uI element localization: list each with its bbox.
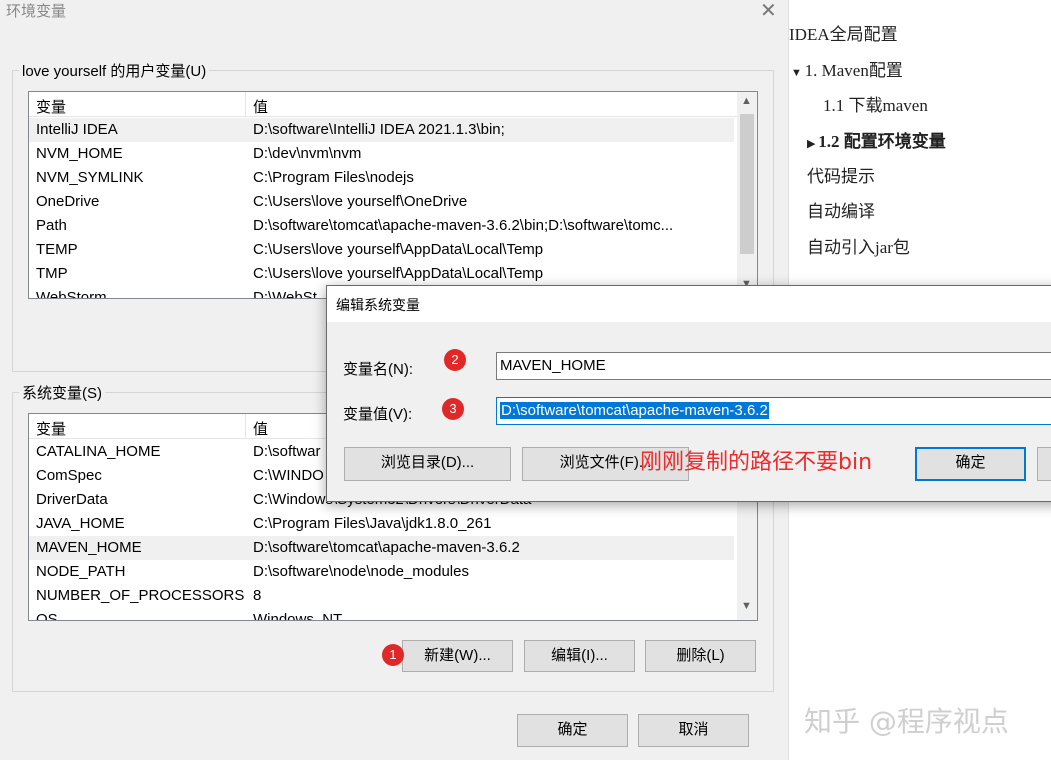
var-name: MAVEN_HOME [36, 539, 142, 556]
var-value: D:\software\tomcat\apache-maven-3.6.2\bi… [253, 217, 674, 234]
var-value: C:\Program Files\nodejs [253, 169, 414, 186]
table-row[interactable]: JAVA_HOME C:\Program Files\Java\jdk1.8.0_… [29, 512, 734, 536]
var-value: D:\software\tomcat\apache-maven-3.6.2 [253, 539, 520, 556]
table-row[interactable]: Path D:\software\tomcat\apache-maven-3.6.… [29, 214, 734, 238]
toc-item-active[interactable]: ▶ 1.2 配置环境变量 [807, 127, 946, 152]
var-name: JAVA_HOME [36, 515, 125, 532]
var-value: 8 [253, 587, 262, 604]
step-badge-2: 2 [444, 349, 466, 371]
table-row[interactable]: NODE_PATH D:\software\node\node_modules [29, 560, 734, 584]
scroll-down-icon[interactable]: ▼ [741, 600, 752, 612]
step-badge-1: 1 [382, 644, 404, 666]
var-name: TEMP [36, 241, 78, 258]
browse-dir-button[interactable]: 浏览目录(D)... [344, 447, 511, 481]
edit-button[interactable]: 编辑(I)... [524, 640, 635, 672]
table-row[interactable]: MAVEN_HOME D:\software\tomcat\apache-mave… [29, 536, 734, 560]
var-value: C:\Users\love yourself\AppData\Local\Tem… [253, 241, 544, 258]
var-name: TMP [36, 265, 68, 282]
var-value: D:\software\IntelliJ IDEA 2021.1.3\bin; [253, 121, 505, 138]
toc-item[interactable]: 自动编译 [807, 197, 875, 222]
dialog-titlebar[interactable]: 编辑系统变量 [327, 286, 1051, 322]
scroll-thumb[interactable] [740, 114, 754, 254]
var-value: C:\Users\love yourself\AppData\Local\Tem… [253, 265, 544, 282]
table-row[interactable]: IntelliJ IDEA D:\software\IntelliJ IDEA 2… [29, 118, 734, 142]
watermark: 知乎 @程序视点 [804, 705, 1009, 738]
triangle-right-icon: ▶ [807, 138, 819, 150]
toc-item-expander[interactable]: ▼ 1. Maven配置 [791, 56, 903, 81]
var-name: Path [36, 217, 67, 234]
table-row[interactable]: NVM_SYMLINK C:\Program Files\nodejs [29, 166, 734, 190]
annotation-text: 刚刚复制的路径不要bin [640, 450, 873, 475]
col-val-header[interactable]: 值 [253, 418, 268, 439]
dialog-cancel-button[interactable] [1037, 447, 1051, 481]
var-name: OS [36, 611, 58, 621]
var-name: DriverData [36, 491, 108, 508]
dialog-ok-button[interactable]: 确定 [915, 447, 1026, 481]
var-name: NVM_HOME [36, 145, 123, 162]
sys-vars-legend: 系统变量(S) [22, 385, 102, 402]
table-row[interactable]: OneDrive C:\Users\love yourself\OneDrive [29, 190, 734, 214]
scroll-up-icon[interactable]: ▲ [741, 95, 752, 107]
var-value: D:\dev\nvm\nvm [253, 145, 362, 162]
var-value-label: 变量值(V): [343, 406, 413, 423]
var-value-value: D:\software\tomcat\apache-maven-3.6.2 [500, 402, 769, 419]
user-vars-scrollbar[interactable]: ▲ ▼ [737, 92, 757, 298]
var-name: NVM_SYMLINK [36, 169, 144, 186]
toc-item-label: 1. Maven配置 [804, 61, 903, 80]
var-value-input[interactable]: D:\software\tomcat\apache-maven-3.6.2 [496, 397, 1051, 425]
toc-item[interactable]: 代码提示 [807, 162, 875, 187]
ok-button[interactable]: 确定 [517, 714, 628, 747]
var-name: ComSpec [36, 467, 102, 484]
cancel-button[interactable]: 取消 [638, 714, 749, 747]
table-row[interactable]: TEMP C:\Users\love yourself\AppData\Local… [29, 238, 734, 262]
toc-item[interactable]: 1.1 下载maven [823, 91, 928, 116]
var-name-label: 变量名(N): [343, 361, 413, 378]
user-vars-legend: love yourself 的用户变量(U) [22, 63, 207, 80]
var-name: OneDrive [36, 193, 100, 210]
var-name-input[interactable]: MAVEN_HOME [496, 352, 1051, 380]
var-value: D:\software\node\node_modules [253, 563, 469, 580]
toc-item[interactable]: IDEA全局配置 [789, 20, 898, 45]
dialog-title: 编辑系统变量 [336, 297, 420, 313]
new-button[interactable]: 新建(W)... [402, 640, 513, 672]
toc-item-label: 1.2 配置环境变量 [818, 132, 946, 151]
triangle-down-icon: ▼ [791, 67, 805, 79]
col-var-header[interactable]: 变量 [36, 96, 66, 117]
var-value: C:\Users\love yourself\OneDrive [253, 193, 468, 210]
var-name: NUMBER_OF_PROCESSORS [36, 587, 245, 604]
var-value: C:\Program Files\Java\jdk1.8.0_261 [253, 515, 492, 532]
close-icon[interactable]: ✕ [760, 0, 777, 23]
var-name: IntelliJ IDEA [36, 121, 118, 138]
col-val-header[interactable]: 值 [253, 96, 268, 117]
table-row[interactable]: NVM_HOME D:\dev\nvm\nvm [29, 142, 734, 166]
col-var-header[interactable]: 变量 [36, 418, 66, 439]
window-title: 环境变量 [6, 3, 67, 20]
var-name: WebStorm [36, 289, 107, 299]
delete-button[interactable]: 删除(L) [645, 640, 756, 672]
table-row[interactable]: NUMBER_OF_PROCESSORS 8 [29, 584, 734, 608]
var-name-value: MAVEN_HOME [500, 357, 606, 374]
table-row[interactable]: TMP C:\Users\love yourself\AppData\Local\… [29, 262, 734, 286]
var-name: NODE_PATH [36, 563, 126, 580]
var-name: CATALINA_HOME [36, 443, 161, 460]
user-vars-header: 变量 值 [29, 92, 757, 117]
toc-item[interactable]: 自动引入jar包 [807, 233, 910, 258]
var-value: Windows_NT [253, 611, 343, 621]
table-row[interactable]: OS Windows_NT [29, 608, 734, 621]
step-badge-3: 3 [442, 398, 464, 420]
user-vars-list[interactable]: 变量 值 IntelliJ IDEA D:\software\IntelliJ I… [28, 91, 758, 299]
